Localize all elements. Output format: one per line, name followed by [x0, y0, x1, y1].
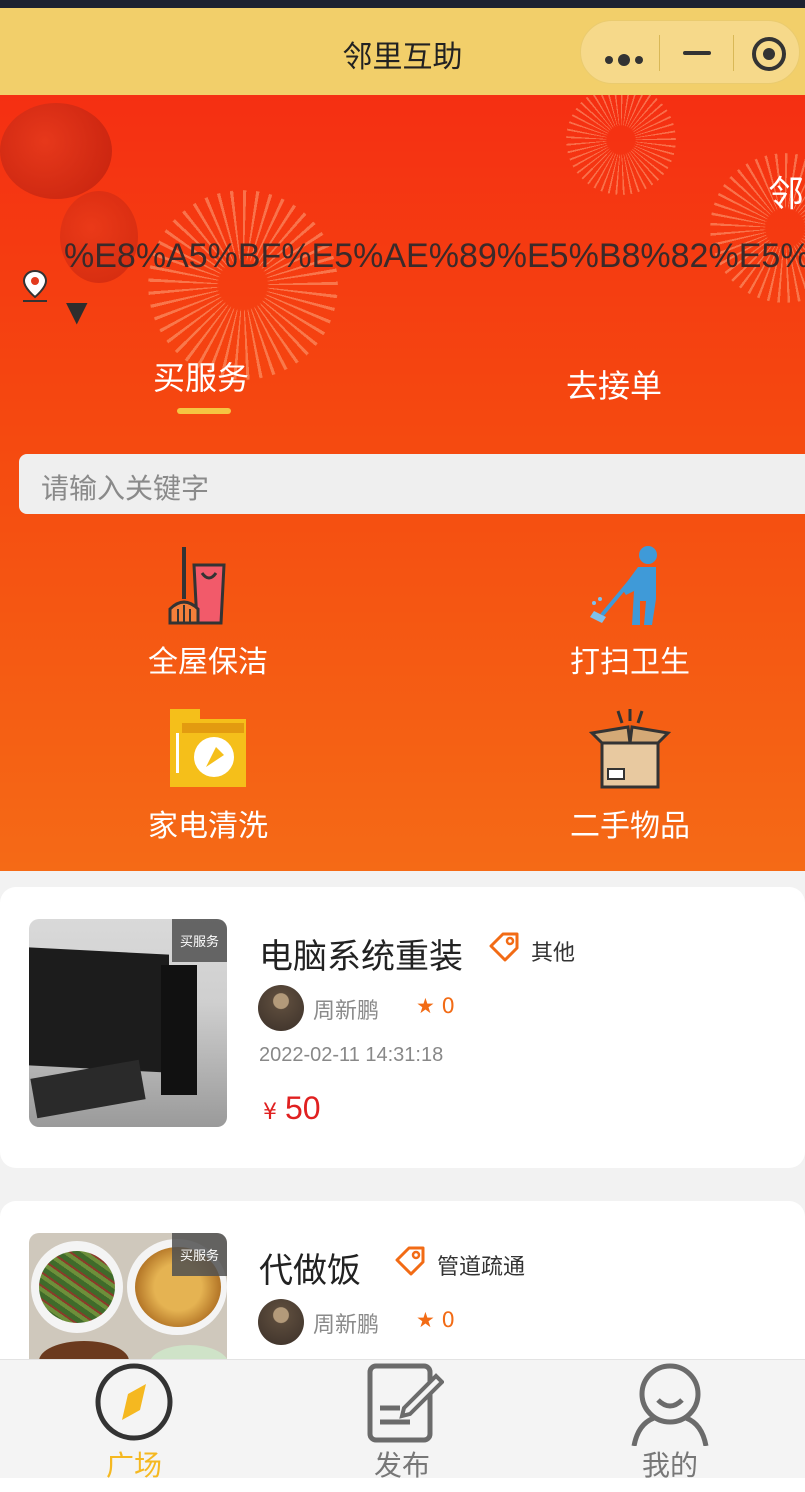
location-dropdown-arrow[interactable]: ▼: [66, 295, 88, 328]
avatar: [258, 985, 304, 1031]
tab-mine[interactable]: 我的: [536, 1360, 804, 1482]
category-second-hand[interactable]: 二手物品: [530, 707, 730, 845]
listing-time: 2022-02-11 14:31:18: [259, 1044, 444, 1066]
listing-title: 代做饭: [259, 1251, 361, 1291]
tab-buy-service[interactable]: 买服务: [153, 353, 249, 399]
edit-note-icon: [367, 1363, 444, 1443]
listing-card[interactable]: 买服务 电脑系统重装 其他 周新鹏 ★ 0 2022-02-11 14:31:1…: [0, 887, 805, 1168]
listing-user: 周新鹏: [313, 999, 380, 1024]
search-placeholder: 请输入关键字: [41, 472, 210, 505]
listing-rating: ★ 0: [416, 994, 455, 1018]
category-label: 二手物品: [570, 809, 690, 844]
listing-tag: 管道疏通: [437, 1255, 526, 1280]
location-text[interactable]: %E8%A5%BF%E5%AE%89%E5%B8%82%E5%: [64, 237, 805, 276]
listing-title: 电脑系统重装: [259, 937, 463, 977]
tab-take-orders[interactable]: 去接单: [566, 361, 662, 407]
listing-thumbnail: 买服务: [29, 919, 227, 1127]
minimize-icon[interactable]: [683, 51, 711, 55]
more-dots-icon[interactable]: [605, 49, 648, 68]
tab-active-indicator: [177, 408, 231, 414]
category-label: 全屋保洁: [148, 645, 268, 680]
compass-icon: [95, 1363, 173, 1441]
target-icon[interactable]: [752, 37, 786, 71]
cleaner-person-icon: [590, 546, 657, 625]
open-box-icon: [588, 709, 672, 789]
service-badge: 买服务: [171, 919, 227, 962]
search-input[interactable]: 请输入关键字: [19, 454, 805, 514]
listing-price: 50: [285, 1090, 321, 1126]
avatar: [258, 1299, 304, 1345]
firework-decoration: [148, 190, 338, 380]
mini-program-capsule: [580, 20, 800, 84]
tab-publish[interactable]: 发布: [268, 1360, 536, 1482]
washing-machine-icon: [170, 709, 246, 787]
tab-plaza[interactable]: 广场: [0, 1360, 268, 1482]
tag-icon: [489, 932, 519, 962]
category-label: 打扫卫生: [570, 645, 690, 680]
user-icon: [631, 1363, 709, 1446]
status-bar: [0, 0, 805, 8]
hero-banner: 邻 %E8%A5%BF%E5%AE%89%E5%B8%82%E5% ▼ 买服务 …: [0, 95, 805, 871]
hero-corner-text: 邻: [768, 174, 805, 215]
tag-icon: [395, 1246, 425, 1276]
listing-user: 周新鹏: [313, 1313, 380, 1338]
lantern-decoration: [0, 103, 112, 199]
nav-bar: 邻里互助: [0, 8, 805, 95]
listing-rating: ★ 0: [416, 1308, 455, 1332]
bottom-tab-bar: 广场 发布 我的: [0, 1359, 805, 1482]
location-pin-icon[interactable]: [22, 270, 48, 302]
listing-card[interactable]: 买服务 代做饭 管道疏通 周新鹏 ★ 0: [0, 1201, 805, 1381]
category-cleaning[interactable]: 打扫卫生: [530, 543, 730, 681]
broom-bucket-icon: [168, 547, 226, 625]
service-badge: 买服务: [171, 1233, 227, 1276]
listing-tag: 其他: [531, 941, 576, 966]
category-appliance-cleaning[interactable]: 家电清洗: [108, 707, 308, 845]
category-label: 家电清洗: [148, 809, 268, 844]
category-whole-house-cleaning[interactable]: 全屋保洁: [108, 543, 308, 681]
bottom-safe-area: [0, 1478, 805, 1492]
price-currency: ¥: [263, 1100, 277, 1125]
firework-decoration: [566, 95, 676, 195]
